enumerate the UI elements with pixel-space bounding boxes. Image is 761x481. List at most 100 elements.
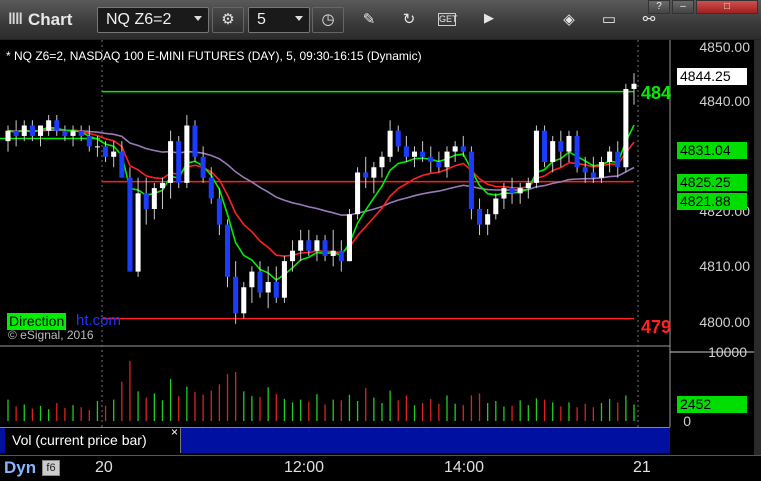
candle-body <box>371 167 377 178</box>
last-price-tag: 4844.25 <box>677 68 747 85</box>
copyright-text: © eSignal, 2016 <box>8 328 94 342</box>
candle-body <box>395 130 401 147</box>
candle-body <box>119 151 125 178</box>
candle-body <box>493 198 499 215</box>
volume-current-tag: 2452 <box>677 396 747 413</box>
price-tick: 4850.00 <box>699 39 750 55</box>
candle-body <box>379 156 385 168</box>
candle-body <box>533 130 539 183</box>
candle-body <box>21 125 27 136</box>
tag-icon[interactable]: ◈ <box>558 10 580 28</box>
candle-body <box>420 151 426 157</box>
candle-body <box>111 151 117 157</box>
price-tick: 4840.00 <box>699 93 750 109</box>
candle-body <box>509 188 515 194</box>
candle-body <box>517 188 523 194</box>
time-tick: 21 <box>633 459 651 476</box>
gear-icon: ⚙ <box>221 11 235 28</box>
candle-body <box>590 172 596 178</box>
time-tick: 14:00 <box>444 459 485 476</box>
candle-body <box>249 271 255 288</box>
level-lines <box>0 90 634 320</box>
candle-body <box>436 162 442 168</box>
candle-body <box>428 156 434 163</box>
minimize-button[interactable]: – <box>672 0 694 14</box>
candle-body <box>306 240 312 251</box>
chevron-down-icon <box>295 16 303 21</box>
refresh-icon[interactable]: ↻ <box>398 10 420 28</box>
candle-body <box>314 240 320 251</box>
symbol-dropdown[interactable]: NQ Z6=2 <box>97 7 209 33</box>
candle-body <box>411 151 418 157</box>
candle-body <box>387 130 393 157</box>
candle-body <box>151 188 157 209</box>
time-tick: 12:00 <box>284 459 325 476</box>
price-chart-canvas[interactable] <box>0 40 761 481</box>
candle-body <box>135 193 141 272</box>
candle-body <box>94 146 100 148</box>
candle-body <box>143 193 149 209</box>
ema-fast-tag: 4831.04 <box>677 142 747 159</box>
candle-body <box>558 141 564 152</box>
candle-body <box>346 214 352 262</box>
candle-body <box>281 261 287 298</box>
candle-body <box>273 282 279 298</box>
candle-body <box>477 208 483 225</box>
symbol-value: NQ Z6=2 <box>106 11 172 28</box>
candle-body <box>192 125 198 157</box>
clock-icon: ◷ <box>321 11 335 28</box>
candle-body <box>444 151 450 168</box>
price-tick: 4800.00 <box>699 314 750 330</box>
candles <box>5 73 637 324</box>
close-icon[interactable]: × <box>171 425 178 439</box>
volume-study-label[interactable]: Vol (current price bar) <box>5 428 181 453</box>
dynamic-label[interactable]: Dyn <box>4 458 36 478</box>
time-template-button[interactable]: ◷ <box>312 7 344 33</box>
price-tick: 4810.00 <box>699 258 750 274</box>
candle-body <box>168 141 174 183</box>
candle-body <box>103 146 109 157</box>
candle-body <box>550 141 556 163</box>
chart-app-icon: ǁǁ <box>8 11 23 28</box>
function-icon[interactable]: f6 <box>42 460 60 476</box>
ma-tag: 4821.88 <box>677 193 747 210</box>
message-icon[interactable]: ▭ <box>598 10 620 28</box>
candle-body <box>233 276 239 314</box>
play-icon[interactable]: ▶ <box>478 10 500 26</box>
chart-area[interactable]: * NQ Z6=2, NASDAQ 100 E-MINI FUTURES (DA… <box>0 39 761 481</box>
candle-body <box>403 146 409 157</box>
candle-body <box>224 224 231 277</box>
candle-body <box>322 240 328 256</box>
candle-body <box>184 125 190 183</box>
get-icon[interactable]: GET <box>438 13 458 26</box>
candle-body <box>607 151 613 163</box>
volume-axis-top: 10000 <box>708 344 747 360</box>
candle-body <box>330 250 336 256</box>
level-label-red: 479 <box>641 317 672 337</box>
candle-body <box>54 120 60 131</box>
candle-body <box>542 130 548 163</box>
title-bar: ǁǁ Chart NQ Z6=2 ⚙ 5 ◷ ✎ ↻ GET ▶ ◈ ▭ ⚯ ?… <box>0 0 761 40</box>
help-button[interactable]: ? <box>648 0 670 14</box>
maximize-button[interactable]: □ <box>696 0 758 14</box>
candle-body <box>46 120 52 131</box>
candle-body <box>86 135 92 147</box>
candle-body <box>566 135 572 152</box>
candle-body <box>29 125 35 136</box>
candle-body <box>5 130 11 142</box>
time-tick: 20 <box>95 459 113 476</box>
candle-body <box>241 287 247 314</box>
interval-dropdown[interactable]: 5 <box>248 7 310 33</box>
symbol-settings-button[interactable]: ⚙ <box>212 7 244 33</box>
candle-body <box>582 167 588 173</box>
candle-body <box>525 182 531 189</box>
candle-body <box>265 282 271 293</box>
pencil-icon[interactable]: ✎ <box>358 10 380 28</box>
candle-body <box>127 177 133 272</box>
chart-subtitle: * NQ Z6=2, NASDAQ 100 E-MINI FUTURES (DA… <box>6 49 422 63</box>
candle-body <box>574 135 580 168</box>
window-title: Chart <box>28 10 73 29</box>
level-label-green: 484 <box>641 83 672 103</box>
candle-body <box>631 83 637 89</box>
candle-body <box>13 130 19 136</box>
